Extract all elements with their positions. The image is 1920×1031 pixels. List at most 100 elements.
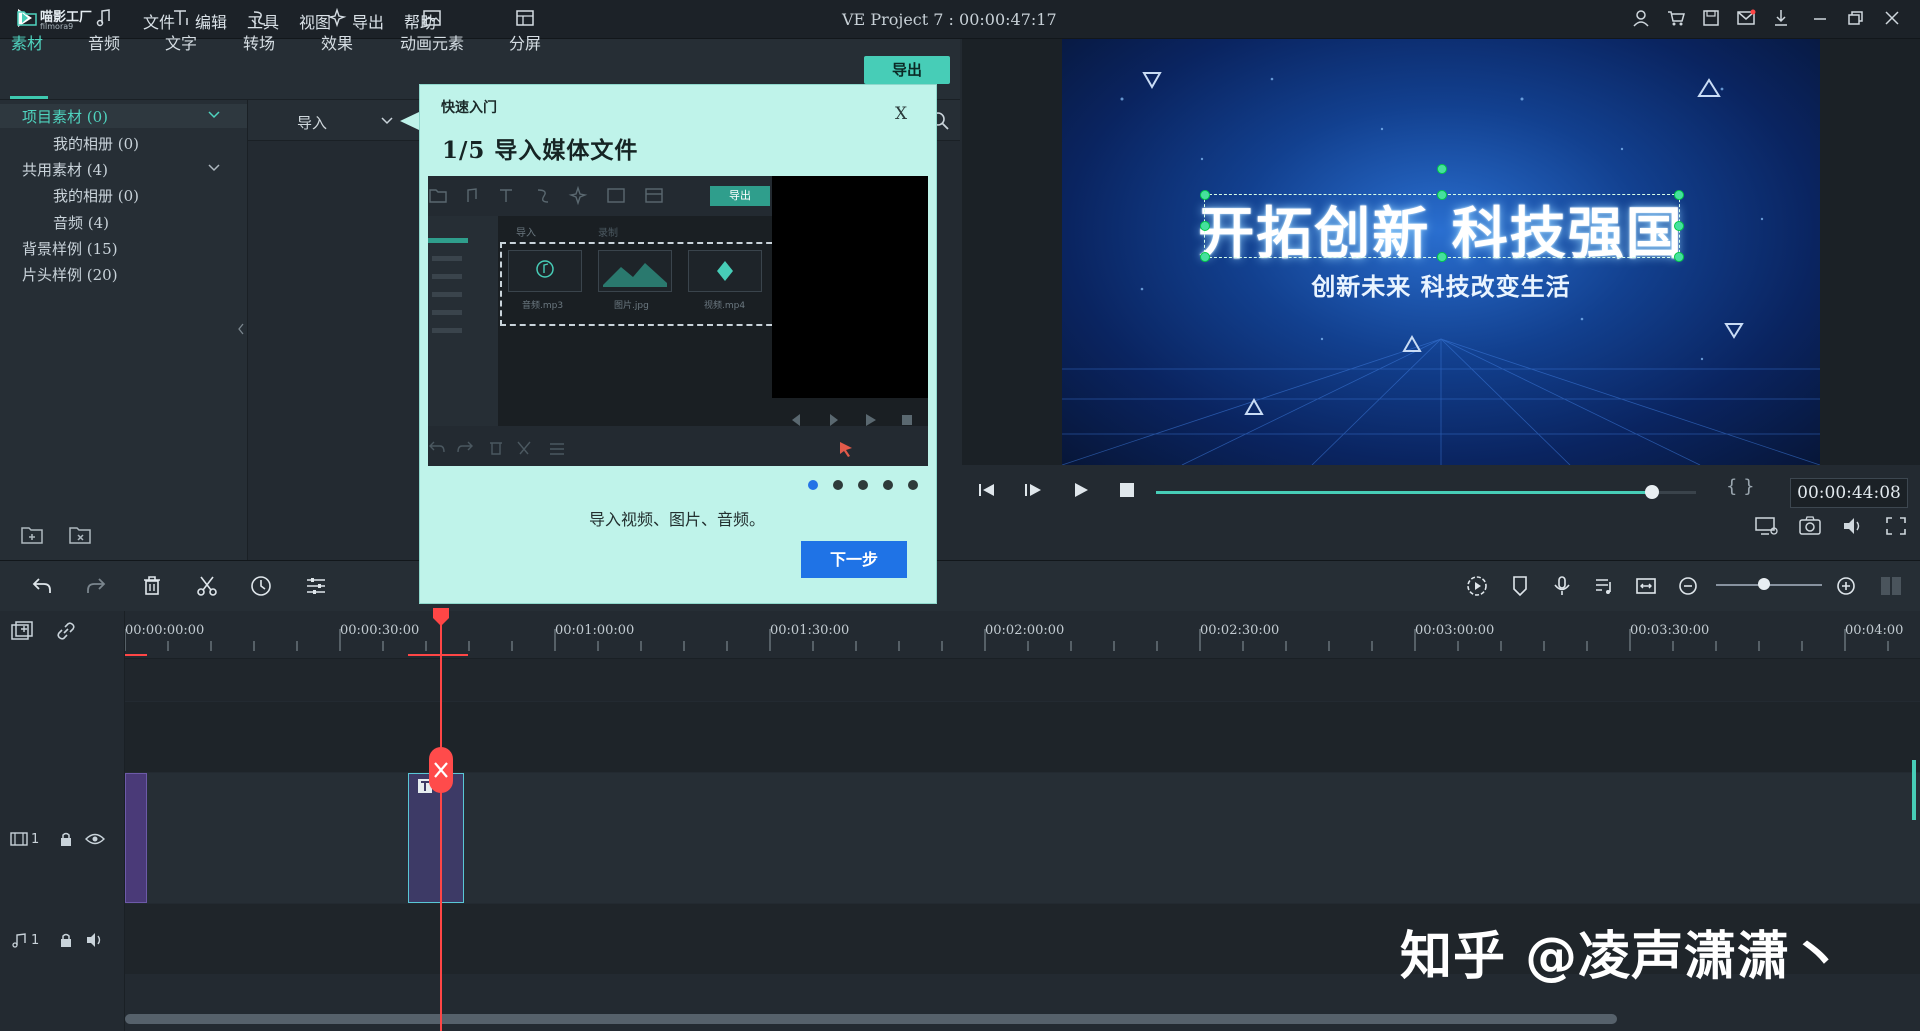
resize-handle[interactable] <box>1437 190 1447 200</box>
resize-handle[interactable] <box>1674 252 1684 262</box>
zoom-out-icon[interactable] <box>1676 574 1700 598</box>
timeline-clip[interactable] <box>125 773 147 903</box>
timeline-video-track[interactable] <box>125 773 1920 903</box>
resize-handle[interactable] <box>1200 252 1210 262</box>
timeline-title-clip[interactable] <box>408 773 464 903</box>
shot-sidebar-item <box>432 256 462 261</box>
speaker-icon[interactable] <box>85 932 105 948</box>
tab-elements[interactable]: 动画元素 <box>400 4 464 60</box>
stop-icon[interactable] <box>1116 481 1138 499</box>
download-icon[interactable] <box>1771 8 1791 28</box>
tree-item-shared-album[interactable]: 我的相册 (0) <box>53 185 139 206</box>
play-icon[interactable] <box>1070 481 1092 499</box>
render-preview-icon[interactable] <box>1754 515 1780 537</box>
resize-handle[interactable] <box>1674 221 1684 231</box>
tree-item-my-album[interactable]: 我的相册 (0) <box>53 133 139 154</box>
step-dot[interactable] <box>883 480 893 490</box>
cursor-icon <box>840 442 852 457</box>
mail-icon[interactable] <box>1736 8 1756 28</box>
timeline-track-upper[interactable] <box>125 702 1920 772</box>
playhead-line[interactable] <box>440 611 442 1031</box>
lock-icon[interactable] <box>58 831 74 847</box>
delete-folder-icon[interactable] <box>68 524 94 546</box>
marker-icon[interactable] <box>1508 574 1532 598</box>
step-dot[interactable] <box>858 480 868 490</box>
collapse-panel-icon[interactable] <box>237 323 245 335</box>
step-dot[interactable] <box>908 480 918 490</box>
lock-icon[interactable] <box>58 932 74 948</box>
vertical-scroll-indicator[interactable] <box>1912 760 1916 820</box>
dialog-pointer <box>400 112 419 130</box>
step-dot[interactable] <box>808 480 818 490</box>
shot-media-thumb <box>598 250 672 292</box>
audio-mixer-icon[interactable] <box>1592 574 1616 598</box>
tab-effects[interactable]: 效果 <box>307 4 367 60</box>
eye-icon[interactable] <box>85 832 105 846</box>
cart-icon[interactable] <box>1666 8 1686 28</box>
shot-sidebar-item <box>432 292 462 297</box>
tab-audio[interactable]: 音频 <box>74 4 134 60</box>
play-pause-icon[interactable] <box>1022 481 1044 499</box>
undo-icon[interactable] <box>30 574 54 598</box>
previous-frame-icon[interactable] <box>976 481 998 499</box>
resize-handle[interactable] <box>1674 190 1684 200</box>
account-icon[interactable] <box>1631 8 1651 28</box>
tree-item-project-media[interactable]: 项目素材 (0) <box>22 106 108 127</box>
preview-canvas[interactable]: 开拓创新 科技强国 创新未来 科技改变生活 <box>1062 39 1820 465</box>
save-icon[interactable] <box>1701 8 1721 28</box>
resize-handle[interactable] <box>1200 190 1210 200</box>
shot-media-thumb <box>508 250 582 292</box>
playhead-cut-button[interactable] <box>429 747 453 793</box>
zoom-slider-handle[interactable] <box>1758 578 1770 590</box>
link-icon[interactable] <box>54 620 78 642</box>
resize-handle[interactable] <box>1437 252 1447 262</box>
chevron-down-icon[interactable] <box>208 163 220 173</box>
chevron-down-icon[interactable] <box>381 116 393 126</box>
playhead-handle[interactable] <box>433 608 449 626</box>
resize-handle[interactable] <box>1200 221 1210 231</box>
tree-item-shared-media[interactable]: 共用素材 (4) <box>22 159 108 180</box>
new-folder-icon[interactable] <box>20 524 46 546</box>
tree-item-audio[interactable]: 音频 (4) <box>53 212 109 233</box>
shot-sidebar-item <box>432 274 462 279</box>
tree-item-intro-samples[interactable]: 片头样例 (20) <box>22 264 118 285</box>
close-window-icon[interactable] <box>1882 8 1902 28</box>
cut-icon[interactable] <box>195 574 219 598</box>
tab-text[interactable]: 文字 <box>151 4 211 60</box>
panel-toggle-icon[interactable] <box>1879 574 1903 598</box>
fit-timeline-icon[interactable] <box>1634 574 1658 598</box>
volume-icon[interactable] <box>1841 515 1865 537</box>
next-step-button[interactable]: 下一步 <box>801 541 907 578</box>
timeline-horizontal-scrollbar[interactable] <box>125 1014 1617 1024</box>
microphone-icon[interactable] <box>1550 574 1574 598</box>
delete-icon[interactable] <box>140 574 164 598</box>
speed-icon[interactable] <box>249 574 273 598</box>
preview-timecode: 00:00:44:08 <box>1790 478 1908 508</box>
adjust-icon[interactable] <box>304 574 328 598</box>
add-track-icon[interactable] <box>10 620 36 642</box>
tree-item-background-samples[interactable]: 背景样例 (15) <box>22 238 118 259</box>
snapshot-icon[interactable] <box>1798 515 1822 537</box>
tab-media-label: 素材 <box>10 34 43 53</box>
tab-transition[interactable]: 转场 <box>229 4 289 60</box>
restore-icon[interactable] <box>1845 8 1865 28</box>
dialog-close-button[interactable]: X <box>895 104 907 124</box>
tab-split-screen[interactable]: 分屏 <box>495 4 555 60</box>
export-button[interactable]: 导出 <box>864 56 950 84</box>
timeline-track-empty[interactable] <box>125 659 1920 701</box>
render-icon[interactable] <box>1465 574 1489 598</box>
image-icon <box>423 10 441 26</box>
rotate-handle[interactable] <box>1437 164 1447 174</box>
tab-media[interactable]: 素材 <box>0 4 57 60</box>
dialog-description: 导入视频、图片、音频。 <box>588 510 765 529</box>
import-dropdown[interactable]: 导入 <box>297 112 327 133</box>
chevron-down-icon[interactable] <box>208 110 220 120</box>
redo-icon[interactable] <box>84 574 108 598</box>
preview-scrubber-handle[interactable] <box>1645 485 1659 499</box>
mark-in-out-button[interactable]: { } <box>1726 476 1755 497</box>
title-selection-box[interactable] <box>1204 194 1680 258</box>
step-dot[interactable] <box>833 480 843 490</box>
fullscreen-icon[interactable] <box>1884 515 1908 537</box>
minimize-icon[interactable] <box>1810 8 1830 28</box>
zoom-in-icon[interactable] <box>1834 574 1858 598</box>
